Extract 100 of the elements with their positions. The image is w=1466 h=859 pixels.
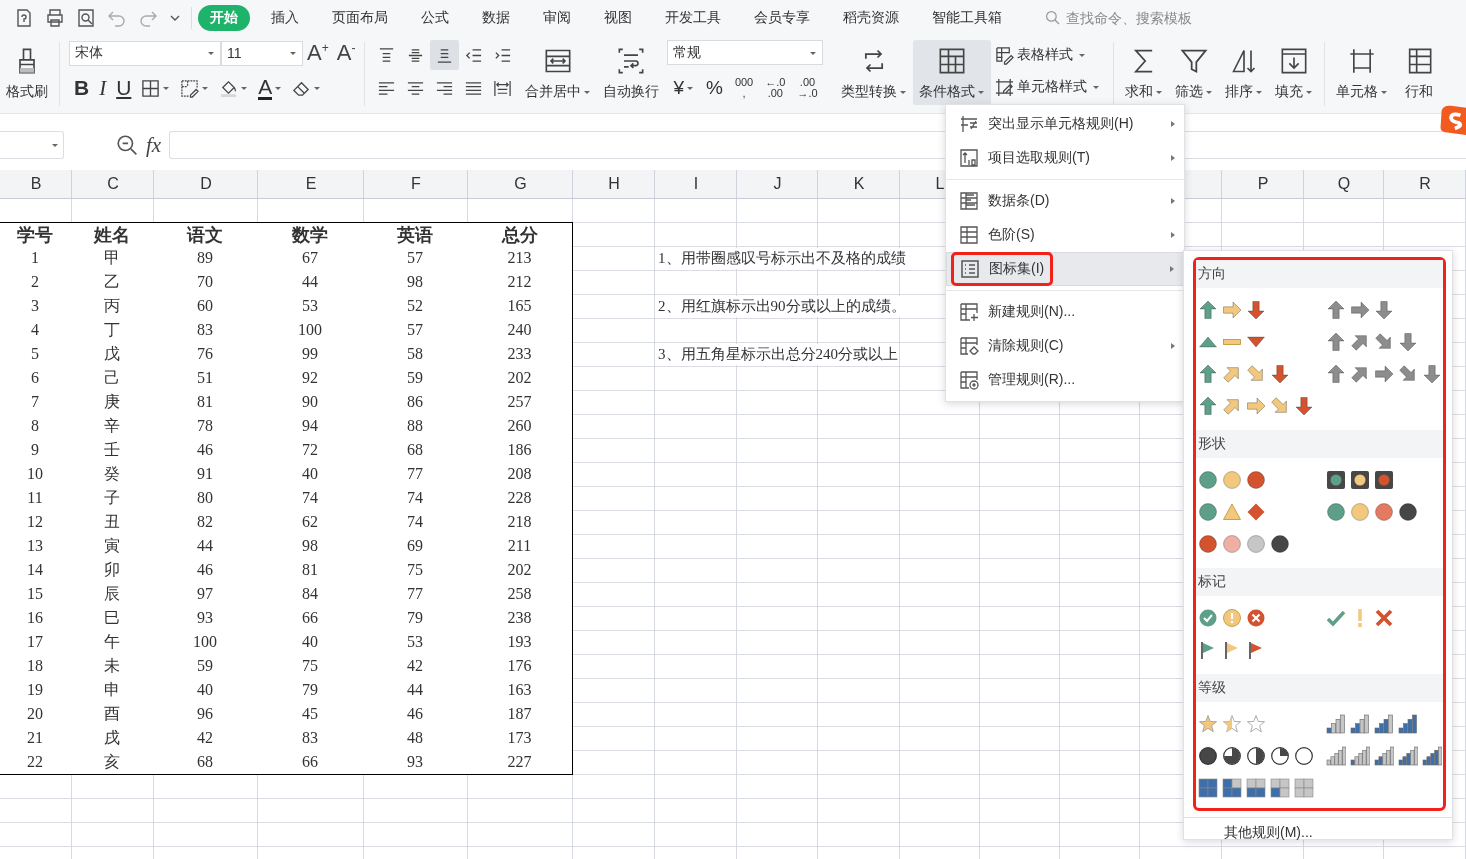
signal-bars-icon[interactable]: [1422, 746, 1442, 766]
down-arrow-icon[interactable]: [1374, 300, 1394, 320]
quarters-icon[interactable]: [1270, 778, 1290, 798]
triangle-icon[interactable]: [1222, 502, 1242, 522]
column-header[interactable]: F: [364, 170, 468, 198]
cell-button[interactable]: 单元格: [1329, 40, 1394, 105]
fill-button[interactable]: 填充: [1268, 40, 1319, 105]
print-preview-icon[interactable]: [76, 8, 96, 28]
signal-bars-icon[interactable]: [1350, 714, 1370, 734]
menu-item[interactable]: 新建规则(N)...: [946, 295, 1184, 329]
column-header[interactable]: E: [258, 170, 364, 198]
underline-button[interactable]: U: [111, 74, 137, 102]
search-field[interactable]: 查找命令、搜索模板: [1045, 9, 1218, 27]
number-format-button[interactable]: .00 →.0: [791, 73, 824, 103]
column-header[interactable]: G: [468, 170, 573, 198]
column-header[interactable]: J: [737, 170, 818, 198]
convert-button[interactable]: 类型转换: [834, 40, 913, 105]
grow-font-button[interactable]: A$^{+}$: [303, 40, 333, 66]
quarters-icon[interactable]: [1246, 778, 1266, 798]
up-arrow-icon[interactable]: [1326, 332, 1346, 352]
cell-style-button[interactable]: 单元格样式: [994, 74, 1100, 100]
right-arrow-icon[interactable]: [1222, 300, 1242, 320]
menu-item[interactable]: 图标集(I): [946, 252, 1184, 286]
up-right-arrow-icon[interactable]: [1222, 396, 1242, 416]
font-color-button[interactable]: A: [253, 74, 288, 102]
circle-icon[interactable]: [1246, 470, 1266, 490]
signal-bars-icon[interactable]: [1326, 746, 1346, 766]
cross-icon[interactable]: [1374, 608, 1394, 628]
column-header[interactable]: D: [154, 170, 258, 198]
menu-tab[interactable]: 数据: [470, 5, 522, 31]
sort-button[interactable]: 排序: [1218, 40, 1269, 105]
menu-tab[interactable]: 审阅: [531, 5, 583, 31]
menu-item[interactable]: 色阶(S): [946, 218, 1184, 252]
up-arrow-icon[interactable]: [1198, 364, 1218, 384]
menu-item[interactable]: 清除规则(C): [946, 329, 1184, 363]
align-bottom-button[interactable]: [430, 40, 460, 70]
number-format-button[interactable]: %: [699, 73, 729, 103]
up-arrow-icon[interactable]: [1198, 300, 1218, 320]
conditional-button[interactable]: 条件格式: [912, 40, 991, 105]
menu-item[interactable]: 突出显示单元格规则(H): [946, 107, 1184, 141]
star-icon[interactable]: [1198, 714, 1218, 734]
diamond-icon[interactable]: [1246, 502, 1266, 522]
column-header[interactable]: C: [72, 170, 154, 198]
bold-button[interactable]: B: [69, 74, 95, 102]
down-right-arrow-icon[interactable]: [1374, 332, 1394, 352]
column-header[interactable]: H: [573, 170, 655, 198]
menu-item[interactable]: 项目选取规则(T): [946, 141, 1184, 175]
number-format-button[interactable]: 000 ,: [728, 73, 760, 103]
down-right-arrow-icon[interactable]: [1398, 364, 1418, 384]
menu-item[interactable]: 其他规则(M)...: [1184, 824, 1452, 842]
traffic-light-icon[interactable]: [1326, 470, 1346, 490]
down-arrow-icon[interactable]: [1246, 300, 1266, 320]
column-header[interactable]: K: [818, 170, 900, 198]
quarters-icon[interactable]: [1222, 778, 1242, 798]
up-arrow-icon[interactable]: [1198, 396, 1218, 416]
up-right-arrow-icon[interactable]: [1350, 364, 1370, 384]
merge-button[interactable]: 合并居中: [519, 40, 598, 105]
column-header[interactable]: I: [655, 170, 737, 198]
circle-icon[interactable]: [1398, 502, 1418, 522]
right-arrow-icon[interactable]: [1350, 300, 1370, 320]
pie-icon[interactable]: [1270, 746, 1290, 766]
signal-bars-icon[interactable]: [1398, 714, 1418, 734]
up-arrow-icon[interactable]: [1326, 364, 1346, 384]
wrap-button[interactable]: 自动换行: [597, 40, 666, 105]
circle-icon[interactable]: [1198, 534, 1218, 554]
menu-tab[interactable]: 会员专享: [742, 5, 822, 31]
check-icon[interactable]: [1326, 608, 1346, 628]
star-outline-icon[interactable]: [1246, 714, 1266, 734]
down-right-arrow-icon[interactable]: [1246, 364, 1266, 384]
right-arrow-icon[interactable]: [1246, 396, 1266, 416]
number-format-select[interactable]: 常规: [667, 40, 824, 65]
down-right-arrow-icon[interactable]: [1270, 396, 1290, 416]
signal-bars-icon[interactable]: [1398, 746, 1418, 766]
exclamation-circle-icon[interactable]: [1222, 608, 1242, 628]
menu-tab[interactable]: 插入: [259, 5, 311, 31]
menu-tab[interactable]: 稻壳资源: [831, 5, 911, 31]
column-header[interactable]: R: [1384, 170, 1466, 198]
zoom-icon[interactable]: [116, 134, 138, 156]
signal-bars-icon[interactable]: [1374, 746, 1394, 766]
up-right-arrow-icon[interactable]: [1222, 364, 1242, 384]
down-arrow-icon[interactable]: [1294, 396, 1314, 416]
down-arrow-icon[interactable]: [1422, 364, 1442, 384]
menu-tab[interactable]: 页面布局: [320, 5, 400, 31]
circle-icon[interactable]: [1270, 534, 1290, 554]
menu-tab[interactable]: 视图: [592, 5, 644, 31]
number-format-button[interactable]: ←.0 .00: [759, 73, 792, 103]
signal-bars-icon[interactable]: [1374, 714, 1394, 734]
italic-button[interactable]: I: [94, 74, 112, 102]
filter-button[interactable]: 筛选: [1168, 40, 1219, 105]
quarters-icon[interactable]: [1198, 778, 1218, 798]
table-style-button[interactable]: 表格样式: [994, 42, 1100, 68]
format-painter-button[interactable]: 格式刷: [0, 40, 54, 105]
menu-tab[interactable]: 公式: [409, 5, 461, 31]
traffic-light-icon[interactable]: [1350, 470, 1370, 490]
column-header[interactable]: B: [0, 170, 72, 198]
pie-icon[interactable]: [1198, 746, 1218, 766]
sum-button[interactable]: 求和: [1118, 40, 1169, 105]
down-arrow-icon[interactable]: [1398, 332, 1418, 352]
down-arrow-icon[interactable]: [1270, 364, 1290, 384]
check-circle-icon[interactable]: [1198, 608, 1218, 628]
